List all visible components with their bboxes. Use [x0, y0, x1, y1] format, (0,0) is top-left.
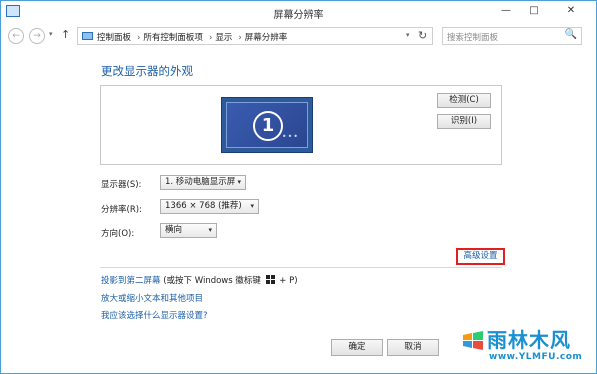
breadcrumb-item-screen-resolution[interactable]: 屏幕分辨率 [245, 33, 288, 43]
project-link-row: 投影到第二屏幕 (或按下 Windows 徽标键 + P) [101, 274, 298, 286]
control-panel-icon [82, 32, 93, 40]
which-display-settings-link[interactable]: 我应该选择什么显示器设置? [101, 309, 208, 321]
display-select-value: 1. 移动电脑显示屏 [165, 177, 236, 187]
cancel-button[interactable]: 取消 [387, 339, 439, 356]
display-label: 显示器(S): [101, 180, 142, 190]
orientation-select[interactable]: 横向 ▾ [160, 223, 217, 238]
breadcrumb-separator[interactable]: › [209, 33, 212, 43]
identify-button[interactable]: 识别(I) [437, 114, 491, 129]
resolution-label: 分辨率(R): [101, 205, 142, 215]
search-input[interactable]: 搜索控制面板 [447, 31, 498, 43]
address-dropdown-icon[interactable]: ▾ [406, 31, 410, 39]
chevron-down-icon: ▾ [237, 178, 241, 186]
address-bar[interactable]: 控制面板 › 所有控制面板项 › 显示 › 屏幕分辨率 ▾ ↻ [77, 27, 433, 45]
windows-logo-icon [265, 275, 275, 284]
resolution-select[interactable]: 1366 × 768 (推荐) ▾ [160, 199, 259, 214]
orientation-select-value: 横向 [165, 225, 183, 235]
monitor-screen: 1 ••• [226, 102, 308, 148]
maximize-button[interactable]: □ [521, 1, 547, 21]
breadcrumb-separator[interactable]: › [238, 33, 241, 43]
project-hint-suffix: + P) [276, 276, 298, 286]
page-title: 更改显示器的外观 [101, 64, 193, 78]
recent-locations-dropdown-icon[interactable]: ▾ [49, 30, 53, 38]
close-button[interactable]: ✕ [549, 1, 593, 21]
breadcrumb-item-display[interactable]: 显示 [215, 33, 232, 43]
chevron-down-icon: ▾ [250, 202, 254, 210]
ok-button[interactable]: 确定 [331, 339, 383, 356]
project-second-screen-link[interactable]: 投影到第二屏幕 [101, 276, 161, 286]
breadcrumb-separator[interactable]: › [137, 33, 140, 43]
watermark-text: 雨林木风 [487, 328, 571, 352]
monitor-dots: ••• [281, 132, 299, 141]
navigation-bar: ← → ▾ ↑ 控制面板 › 所有控制面板项 › 显示 › 屏幕分辨率 ▾ ↻ 搜索控制面板… [1, 24, 596, 48]
refresh-icon[interactable]: ↻ [418, 29, 427, 42]
minimize-button[interactable]: — [493, 1, 519, 21]
breadcrumb: 控制面板 › 所有控制面板项 › 显示 › 屏幕分辨率 [97, 31, 290, 43]
search-box[interactable]: 搜索控制面板 🔍 [442, 27, 582, 45]
watermark-url: www.YLMFU.com [489, 352, 583, 362]
forward-arrow-icon[interactable]: → [29, 28, 45, 44]
watermark-logo-icon [463, 331, 483, 350]
detect-button[interactable]: 检测(C) [437, 93, 491, 108]
watermark: 雨林木风 www.YLMFU.com [461, 319, 593, 371]
breadcrumb-item-control-panel[interactable]: 控制面板 [97, 33, 131, 43]
advanced-settings-link[interactable]: 高级设置 [456, 248, 505, 265]
monitor-number: 1 [253, 111, 283, 141]
title-bar: 屏幕分辨率 — □ ✕ [1, 1, 596, 23]
chevron-down-icon: ▾ [208, 226, 212, 234]
enlarge-text-link[interactable]: 放大或缩小文本和其他项目 [101, 292, 203, 304]
display-monitor-icon[interactable]: 1 ••• [221, 97, 313, 153]
divider [100, 267, 502, 268]
screen-resolution-window: 屏幕分辨率 — □ ✕ ← → ▾ ↑ 控制面板 › 所有控制面板项 › 显示 › 屏幕分辨… [0, 0, 597, 374]
up-arrow-icon[interactable]: ↑ [61, 28, 70, 41]
breadcrumb-item-all-items[interactable]: 所有控制面板项 [143, 33, 203, 43]
resolution-select-value: 1366 × 768 (推荐) [165, 201, 242, 211]
project-hint-text: (或按下 Windows 徽标键 [160, 276, 264, 286]
orientation-label: 方向(O): [101, 229, 135, 239]
search-icon[interactable]: 🔍 [565, 29, 577, 40]
back-arrow-icon[interactable]: ← [8, 28, 24, 44]
display-select[interactable]: 1. 移动电脑显示屏 ▾ [160, 175, 246, 190]
